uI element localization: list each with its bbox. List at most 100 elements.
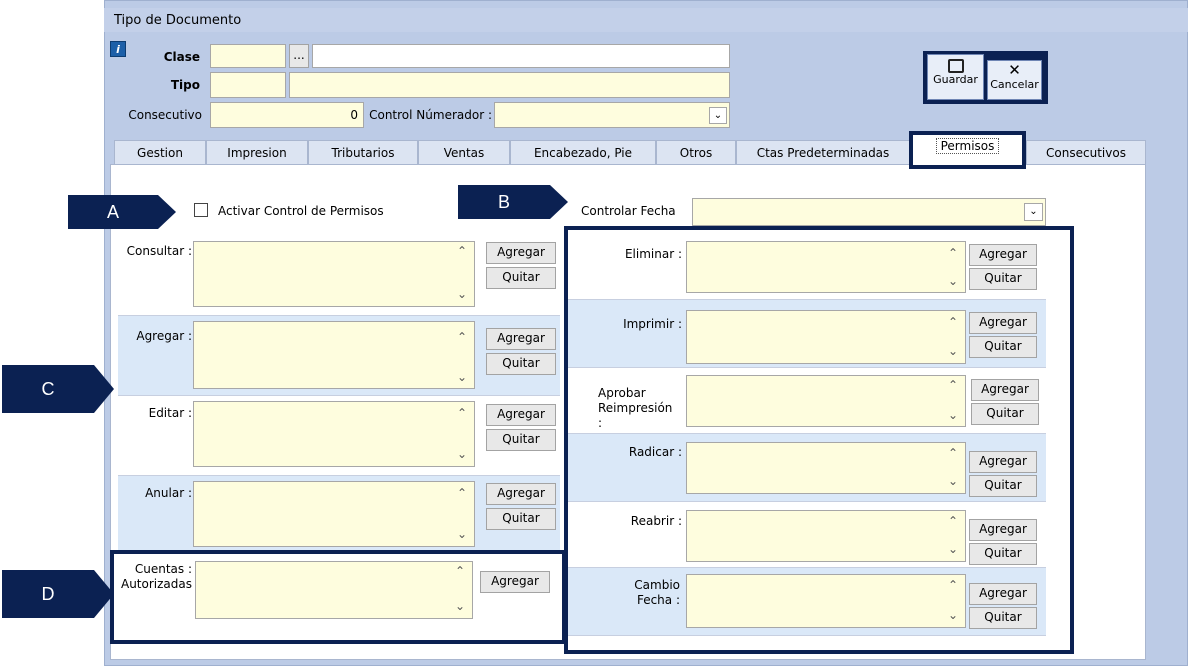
scroll-down-icon[interactable]: ⌄ <box>943 542 963 556</box>
cambio-fecha-agregar-button[interactable]: Agregar <box>969 583 1037 605</box>
aprobar-reimpresion-label: Aprobar Reimpresión : <box>598 386 673 430</box>
tab-gestion[interactable]: Gestion <box>114 140 206 164</box>
aprobar-agregar-button[interactable]: Agregar <box>971 379 1039 401</box>
reabrir-list[interactable] <box>686 510 966 562</box>
imprimir-list[interactable] <box>686 310 966 364</box>
tipo-code-field[interactable] <box>210 72 286 98</box>
agregar-agregar-button[interactable]: Agregar <box>486 328 556 350</box>
scroll-down-icon[interactable]: ⌄ <box>452 370 472 384</box>
scroll-up-icon[interactable]: ⌃ <box>943 378 963 392</box>
annotation-c-arrow <box>94 365 114 413</box>
scroll-up-icon[interactable]: ⌃ <box>452 406 472 420</box>
agregar-quitar-button[interactable]: Quitar <box>486 353 556 375</box>
editar-agregar-button[interactable]: Agregar <box>486 404 556 426</box>
chevron-down-icon[interactable]: ⌄ <box>709 107 727 124</box>
scroll-down-icon[interactable]: ⌄ <box>943 274 963 288</box>
reabrir-quitar-button[interactable]: Quitar <box>969 543 1037 565</box>
cuentas-label: Cuentas : <box>134 562 192 576</box>
anular-agregar-button[interactable]: Agregar <box>486 483 556 505</box>
scroll-down-icon[interactable]: ⌄ <box>943 344 963 358</box>
tab-permisos[interactable]: Permisos <box>909 131 1026 169</box>
eliminar-agregar-button[interactable]: Agregar <box>969 244 1037 266</box>
editar-list[interactable] <box>193 401 475 467</box>
controlar-fecha-select[interactable] <box>692 198 1046 226</box>
scroll-up-icon[interactable]: ⌃ <box>943 578 963 592</box>
consultar-agregar-button[interactable]: Agregar <box>486 242 556 264</box>
tab-consecutivos[interactable]: Consecutivos <box>1026 140 1146 164</box>
annotation-a-arrow <box>158 195 176 229</box>
consultar-list[interactable] <box>193 241 475 307</box>
scroll-up-icon[interactable]: ⌃ <box>943 514 963 528</box>
controlar-fecha-label: Controlar Fecha <box>581 204 676 218</box>
consultar-label: Consultar : <box>126 244 192 258</box>
tab-otros[interactable]: Otros <box>656 140 736 164</box>
anular-list[interactable] <box>193 481 475 547</box>
chevron-down-icon[interactable]: ⌄ <box>1024 203 1043 221</box>
scroll-down-icon[interactable]: ⌄ <box>452 447 472 461</box>
title-bar <box>104 8 1188 32</box>
cambio-fecha-list[interactable] <box>686 574 966 628</box>
imprimir-agregar-button[interactable]: Agregar <box>969 312 1037 334</box>
editar-quitar-button[interactable]: Quitar <box>486 429 556 451</box>
scroll-down-icon[interactable]: ⌄ <box>943 474 963 488</box>
cancelar-button[interactable]: ✕ Cancelar <box>987 60 1042 100</box>
annotation-c: C <box>2 365 94 413</box>
radicar-label: Radicar : <box>628 445 682 459</box>
scroll-up-icon[interactable]: ⌃ <box>943 246 963 260</box>
save-icon <box>947 59 964 73</box>
activar-checkbox[interactable] <box>194 203 208 217</box>
scroll-up-icon[interactable]: ⌃ <box>452 486 472 500</box>
tab-impresion[interactable]: Impresion <box>206 140 308 164</box>
clase-code-field[interactable] <box>210 44 286 68</box>
reabrir-label: Reabrir : <box>630 514 682 528</box>
aprobar-quitar-button[interactable]: Quitar <box>971 403 1039 425</box>
reabrir-agregar-button[interactable]: Agregar <box>969 519 1037 541</box>
scroll-down-icon[interactable]: ⌄ <box>450 599 470 613</box>
radicar-quitar-button[interactable]: Quitar <box>969 475 1037 497</box>
anular-quitar-button[interactable]: Quitar <box>486 508 556 530</box>
autorizadas-label: Autorizadas <box>120 577 192 591</box>
consecutivo-label: Consecutivo <box>128 108 202 122</box>
tipo-description-field[interactable] <box>289 72 730 98</box>
imprimir-label: Imprimir : <box>623 317 682 331</box>
radicar-agregar-button[interactable]: Agregar <box>969 451 1037 473</box>
tab-tributarios[interactable]: Tributarios <box>308 140 418 164</box>
scroll-up-icon[interactable]: ⌃ <box>943 446 963 460</box>
scroll-down-icon[interactable]: ⌄ <box>452 287 472 301</box>
control-numerador-label: Control Númerador : <box>369 108 492 122</box>
info-icon[interactable]: i <box>110 41 126 57</box>
scroll-up-icon[interactable]: ⌃ <box>452 244 472 258</box>
scroll-down-icon[interactable]: ⌄ <box>943 408 963 422</box>
eliminar-quitar-button[interactable]: Quitar <box>969 268 1037 290</box>
cuentas-agregar-button[interactable]: Agregar <box>480 571 550 593</box>
cambio-fecha-quitar-button[interactable]: Quitar <box>969 607 1037 629</box>
eliminar-list[interactable] <box>686 241 966 293</box>
window-title: Tipo de Documento <box>114 13 242 28</box>
clase-label: Clase <box>163 50 200 64</box>
imprimir-quitar-button[interactable]: Quitar <box>969 336 1037 358</box>
consecutivo-field[interactable]: 0 <box>210 102 364 128</box>
control-numerador-select[interactable] <box>494 102 730 128</box>
cuentas-list[interactable] <box>195 561 473 619</box>
agregar-label: Agregar : <box>136 329 192 343</box>
clase-browse-button[interactable]: ... <box>289 44 309 68</box>
radicar-list[interactable] <box>686 442 966 494</box>
agregar-list[interactable] <box>193 321 475 389</box>
tab-ctas-predeterminadas[interactable]: Ctas Predeterminadas <box>736 140 910 164</box>
activar-label: Activar Control de Permisos <box>218 204 384 218</box>
annotation-b: B <box>458 185 550 219</box>
eliminar-label: Eliminar : <box>624 247 682 261</box>
scroll-up-icon[interactable]: ⌃ <box>450 564 470 578</box>
cancel-icon: ✕ <box>1008 61 1021 79</box>
scroll-down-icon[interactable]: ⌄ <box>943 608 963 622</box>
scroll-up-icon[interactable]: ⌃ <box>452 330 472 344</box>
guardar-button[interactable]: Guardar <box>927 54 984 100</box>
annotation-b-arrow <box>550 185 568 219</box>
scroll-up-icon[interactable]: ⌃ <box>943 315 963 329</box>
tab-encabezado-pie[interactable]: Encabezado, Pie <box>510 140 656 164</box>
consultar-quitar-button[interactable]: Quitar <box>486 267 556 289</box>
tab-ventas[interactable]: Ventas <box>418 140 510 164</box>
clase-description-field[interactable] <box>312 44 730 68</box>
aprobar-list[interactable] <box>686 375 966 427</box>
scroll-down-icon[interactable]: ⌄ <box>452 527 472 541</box>
